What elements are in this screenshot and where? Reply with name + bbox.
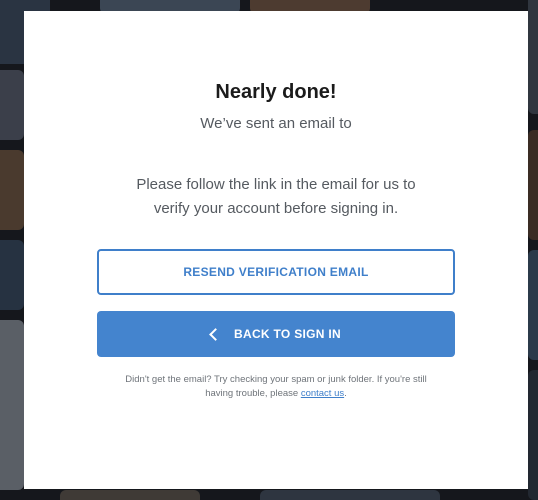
background-thumbnail [0,70,24,140]
dialog-title: Nearly done! [215,81,337,103]
resend-verification-button[interactable]: RESEND VERIFICATION EMAIL [97,249,455,295]
back-to-sign-in-label: BACK TO SIGN IN [234,327,341,341]
instructions-line: verify your account before signing in. [153,200,399,217]
instructions-text: Please follow the link in the email for … [104,173,448,221]
background-thumbnail [528,130,538,240]
background-thumbnail [528,370,538,500]
resend-verification-label: RESEND VERIFICATION EMAIL [183,265,369,279]
email-sent-text: We’ve sent an email to [200,115,352,132]
verification-dialog: Nearly done! We’ve sent an email to Plea… [24,11,528,489]
background-thumbnail [0,240,24,310]
contact-us-link[interactable]: contact us [301,388,344,399]
instructions-line: Please follow the link in the email for … [136,176,416,193]
help-text-suffix: . [344,388,347,399]
background-thumbnail [60,490,200,500]
background-thumbnail [260,490,440,500]
background-thumbnail [528,250,538,360]
back-to-sign-in-button[interactable]: BACK TO SIGN IN [97,311,455,357]
help-text-line: having trouble, please contact us. [98,387,454,401]
help-text-line: Didn't get the email? Try checking your … [125,374,427,385]
background-thumbnail [0,150,24,230]
chevron-left-icon [209,328,222,341]
help-text-prefix: having trouble, please [205,388,301,399]
help-text: Didn't get the email? Try checking your … [98,373,454,401]
background-thumbnail [0,320,24,490]
background-thumbnail [528,0,538,114]
